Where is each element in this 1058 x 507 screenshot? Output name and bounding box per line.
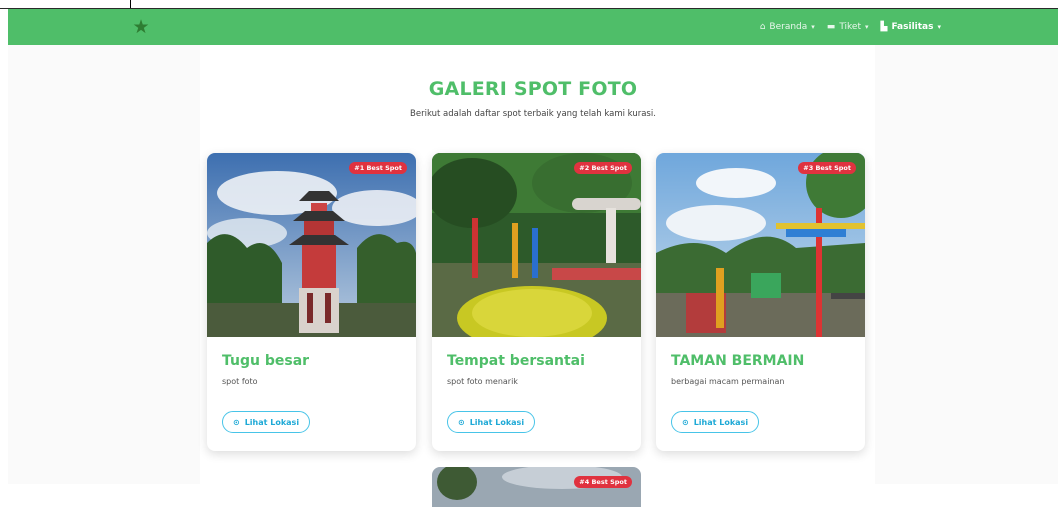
page-body: GALERI SPOT FOTO Berikut adalah daftar s… [8, 45, 1058, 507]
star-logo-icon[interactable]: ★ [131, 17, 151, 37]
spot-photo: #1 Best Spot [207, 153, 416, 337]
card-title: Tugu besar [222, 353, 310, 369]
view-location-button[interactable]: ⊙ Lihat Lokasi [222, 411, 311, 433]
spot-card: #4 Best Spot [432, 467, 641, 507]
spot-card: #1 Best Spot Tugu besar spot foto ⊙ Liha… [207, 153, 416, 451]
home-icon: ⌂ [759, 22, 766, 32]
nav-item-beranda[interactable]: ⌂ Beranda ▾ [760, 22, 815, 32]
spot-card: #3 Best Spot TAMAN BERMAIN berbagai maca… [656, 153, 865, 451]
button-label: Lihat Lokasi [244, 417, 300, 427]
nav-item-label: Fasilitas [891, 22, 934, 32]
card-description: berbagai macam permainan [671, 377, 785, 386]
best-spot-badge: #1 Best Spot [349, 162, 407, 174]
page-title: GALERI SPOT FOTO [428, 78, 638, 100]
spot-card: #2 Best Spot Tempat bersantai spot foto … [432, 153, 641, 451]
caret-down-icon: ▾ [865, 23, 869, 31]
navbar: ★ ⌂ Beranda ▾ ▬ Tiket ▾ ▙ Fasilitas ▾ [8, 9, 1058, 45]
view-location-button[interactable]: ⊙ Lihat Lokasi [671, 411, 760, 433]
browser-top-strip [0, 0, 1058, 9]
caret-down-icon: ▾ [937, 23, 941, 31]
best-spot-badge: #3 Best Spot [798, 162, 856, 174]
button-label: Lihat Lokasi [693, 417, 749, 427]
nav-item-label: Tiket [839, 22, 861, 32]
card-description: spot foto [222, 377, 258, 386]
card-title: TAMAN BERMAIN [671, 353, 805, 369]
nav-item-fasilitas[interactable]: ▙ Fasilitas ▾ [881, 22, 941, 32]
view-location-button[interactable]: ⊙ Lihat Lokasi [447, 411, 536, 433]
card-title: Tempat bersantai [447, 353, 585, 369]
map-pin-icon: ⊙ [682, 417, 689, 427]
map-pin-icon: ⊙ [458, 417, 465, 427]
nav-menu: ⌂ Beranda ▾ ▬ Tiket ▾ ▙ Fasilitas ▾ [760, 9, 941, 45]
caret-down-icon: ▾ [811, 23, 815, 31]
ticket-icon: ▬ [826, 22, 836, 32]
map-pin-icon: ⊙ [233, 417, 240, 427]
card-description: spot foto menarik [447, 377, 518, 386]
nav-item-tiket[interactable]: ▬ Tiket ▾ [827, 22, 869, 32]
text-cursor [130, 0, 131, 8]
button-label: Lihat Lokasi [469, 417, 525, 427]
building-icon: ▙ [880, 22, 888, 32]
spot-photo: #2 Best Spot [432, 153, 641, 337]
best-spot-badge: #2 Best Spot [574, 162, 632, 174]
page-subtitle: Berikut adalah daftar spot terbaik yang … [410, 109, 656, 119]
spot-photo: #3 Best Spot [656, 153, 865, 337]
nav-item-label: Beranda [769, 22, 808, 32]
best-spot-badge: #4 Best Spot [574, 476, 632, 488]
